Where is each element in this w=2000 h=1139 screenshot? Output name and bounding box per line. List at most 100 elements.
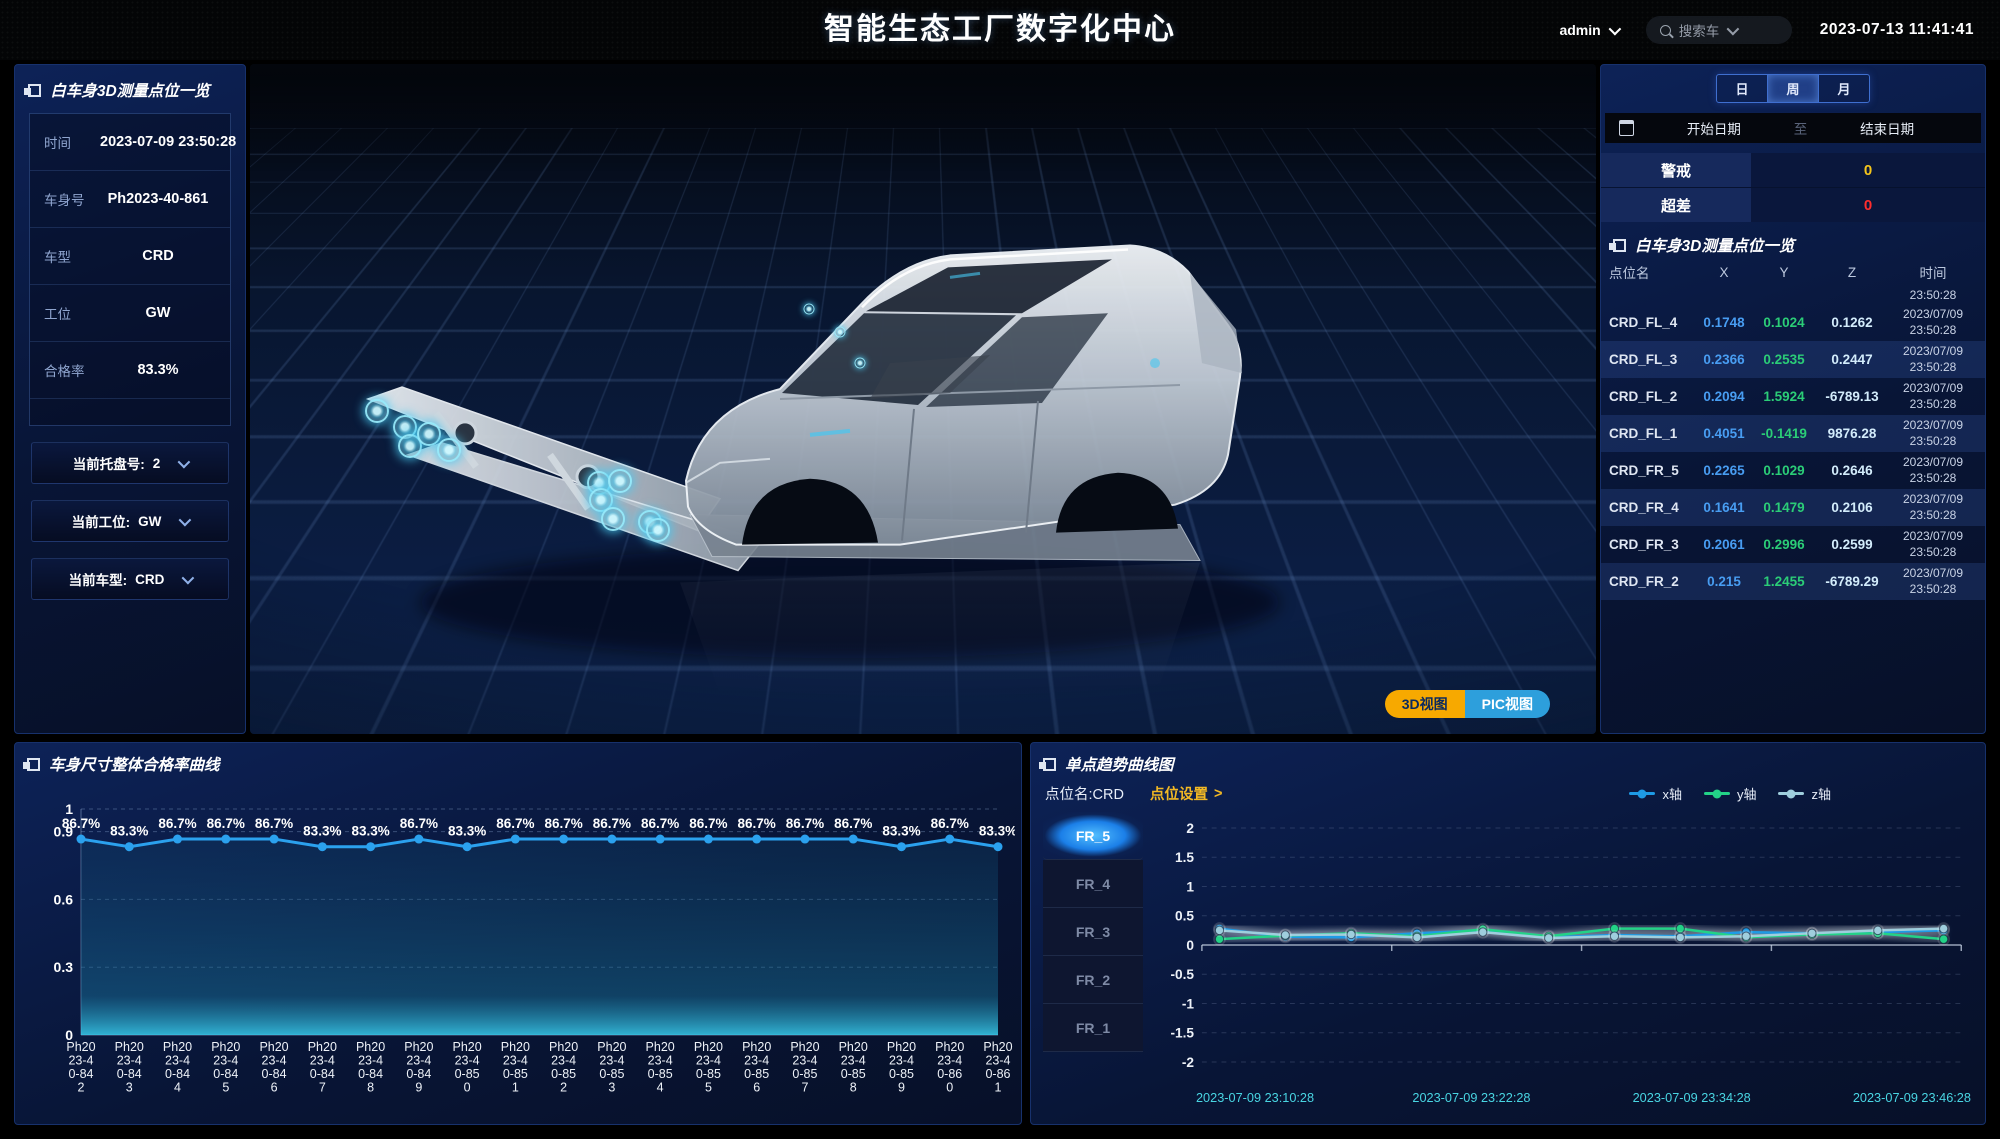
x-tick-label: 2023-07-09 23:22:28 — [1412, 1090, 1530, 1105]
end-date-field[interactable]: 结束日期 — [1807, 118, 1967, 138]
view-3d-button[interactable]: 3D视图 — [1385, 690, 1465, 718]
dropdown-select[interactable]: 当前工位:GW — [31, 500, 229, 542]
data-point — [994, 842, 1003, 851]
point-button-FR_4[interactable]: FR_4 — [1043, 860, 1143, 908]
table-row[interactable]: CRD_FR_50.22650.10290.26462023/07/0923:5… — [1601, 452, 1985, 489]
cell-point-name: CRD_FL_1 — [1609, 426, 1695, 441]
legend-swatch — [1704, 792, 1730, 795]
field-value: CRD — [100, 248, 216, 264]
cell-point-name: CRD_FL_4 — [1609, 315, 1695, 330]
table-row[interactable]: CRD_FR_30.20610.29960.25992023/07/0923:5… — [1601, 526, 1985, 563]
field-label: 时间 — [44, 132, 100, 152]
section-icon — [28, 84, 41, 97]
cell-y: -0.1419 — [1753, 426, 1815, 441]
calendar-icon — [1619, 120, 1634, 136]
measure-point-marker[interactable] — [646, 518, 670, 542]
point-settings-link[interactable]: 点位设置 > — [1150, 783, 1222, 804]
column-header: X — [1695, 265, 1753, 280]
tab-日[interactable]: 日 — [1717, 75, 1767, 102]
cell-time-line: 23:50:28 — [1889, 397, 1977, 413]
cell-date-line: 2023/07/09 — [1889, 455, 1977, 471]
view-pic-button[interactable]: PIC视图 — [1465, 690, 1550, 718]
search-box[interactable]: 搜索车 — [1646, 16, 1792, 44]
measure-point-marker[interactable] — [608, 469, 632, 493]
x-tick-label: Ph2023-40-843 — [115, 1040, 144, 1095]
data-point — [1347, 930, 1355, 938]
cell-x: 0.2061 — [1695, 537, 1753, 552]
data-point — [173, 835, 182, 844]
data-point — [1940, 924, 1948, 932]
legend-item-y轴[interactable]: y轴 — [1704, 784, 1757, 803]
data-point — [366, 842, 375, 851]
date-range-picker[interactable]: 开始日期 至 结束日期 — [1605, 113, 1981, 143]
cell-x: 0.2366 — [1695, 352, 1753, 367]
cell-time-line: 23:50:28 — [1889, 508, 1977, 524]
cell-time: 2023/07/0923:50:28 — [1889, 307, 1977, 338]
cell-time: 2023/07/0923:50:28 — [1889, 418, 1977, 449]
cell-z: 0.1262 — [1815, 315, 1889, 330]
trend-body: FR_5FR_4FR_3FR_2FR_1 21.510.50-0.5-1-1.5… — [1043, 812, 1973, 1112]
data-point — [559, 835, 568, 844]
measure-point-marker[interactable] — [834, 327, 845, 338]
section-icon — [1613, 239, 1626, 252]
table-row[interactable]: CRD_FR_40.16410.14790.21062023/07/0923:5… — [1601, 489, 1985, 526]
section-icon — [1043, 758, 1056, 771]
data-point — [1413, 933, 1421, 941]
measure-point-marker[interactable] — [854, 357, 865, 368]
table-row[interactable]: CRD_FL_20.20941.5924-6789.132023/07/0923… — [1601, 378, 1985, 415]
table-row[interactable]: CRD_FR_20.2151.2455-6789.292023/07/0923:… — [1601, 563, 1985, 600]
data-label: 86.7% — [786, 816, 824, 831]
dropdown-select[interactable]: 当前托盘号:2 — [31, 442, 229, 484]
data-point — [221, 835, 230, 844]
table-row[interactable]: CRD_FL_30.23660.25350.24472023/07/0923:5… — [1601, 341, 1985, 378]
cell-x: 0.2265 — [1695, 463, 1753, 478]
measure-point-marker[interactable] — [803, 303, 814, 314]
measure-point-marker[interactable] — [601, 507, 625, 531]
data-label: 86.7% — [689, 816, 727, 831]
point-button-FR_3[interactable]: FR_3 — [1043, 908, 1143, 956]
data-point — [1610, 932, 1618, 940]
measure-point-marker[interactable] — [365, 399, 389, 423]
table-row[interactable]: CRD_FL_40.17480.10240.12622023/07/0923:5… — [1601, 304, 1985, 341]
info-field-row: 时间2023-07-09 23:50:28 — [30, 114, 230, 171]
left-panel-title-text: 白车身3D测量点位一览 — [50, 79, 209, 101]
cell-time-line: 23:50:28 — [1889, 471, 1977, 487]
dropdown-label: 当前工位: — [72, 511, 131, 531]
measure-point-marker[interactable] — [417, 422, 441, 446]
field-label: 工位 — [44, 303, 100, 323]
data-label: 86.7% — [158, 816, 196, 831]
viewport-3d[interactable]: 3D视图 PIC视图 — [250, 64, 1596, 734]
info-field-row: 车身号Ph2023-40-861 — [30, 171, 230, 228]
data-label: 86.7% — [593, 816, 631, 831]
cell-x: 0.1641 — [1695, 500, 1753, 515]
table-row[interactable]: CRD_FL_10.4051-0.14199876.282023/07/0923… — [1601, 415, 1985, 452]
measure-point-marker[interactable] — [437, 438, 461, 462]
field-value: Ph2023-40-861 — [100, 191, 216, 207]
point-button-FR_2[interactable]: FR_2 — [1043, 956, 1143, 1004]
legend-item-z轴[interactable]: z轴 — [1778, 784, 1831, 803]
cell-z: 0.2599 — [1815, 537, 1889, 552]
top-header: 智能生态工厂数字化中心 admin 搜索车 2023-07-13 11:41:4… — [0, 0, 2000, 60]
legend-item-x轴[interactable]: x轴 — [1629, 784, 1682, 803]
data-point — [77, 835, 86, 844]
measurement-table[interactable]: 23:50:28CRD_FL_40.17480.10240.12622023/0… — [1601, 284, 1985, 600]
field-value: 2023-07-09 23:50:28 — [100, 134, 236, 150]
admin-menu[interactable]: admin — [1559, 22, 1617, 38]
tab-月[interactable]: 月 — [1818, 75, 1869, 102]
point-button-FR_1[interactable]: FR_1 — [1043, 1004, 1143, 1052]
data-point — [1215, 926, 1223, 934]
x-tick-label: Ph2023-40-860 — [935, 1040, 964, 1095]
cell-z: -6789.13 — [1815, 389, 1889, 404]
table-row-partial[interactable]: 23:50:28 — [1601, 284, 1985, 304]
point-button-FR_5[interactable]: FR_5 — [1043, 812, 1143, 860]
stat-value: 0 — [1751, 153, 1985, 187]
y-tick-label: 2 — [1186, 820, 1194, 836]
cell-time-line: 23:50:28 — [1889, 360, 1977, 376]
tab-周[interactable]: 周 — [1767, 75, 1818, 102]
field-value: GW — [100, 305, 216, 321]
field-value: 83.3% — [100, 362, 216, 378]
start-date-field[interactable]: 开始日期 — [1634, 118, 1794, 138]
data-point — [414, 835, 423, 844]
x-tick-label: Ph2023-40-855 — [694, 1040, 723, 1095]
dropdown-select[interactable]: 当前车型:CRD — [31, 558, 229, 600]
